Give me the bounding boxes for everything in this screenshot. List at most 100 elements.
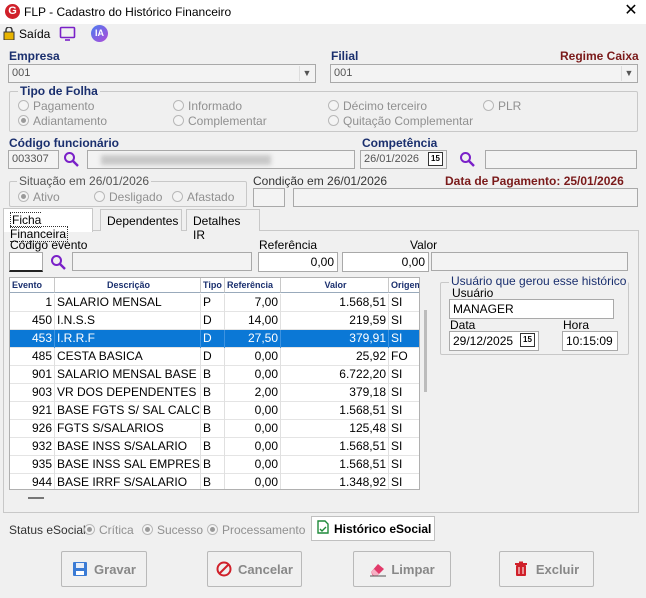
referencia-input[interactable]: 0,00: [258, 252, 338, 272]
cell-origem: SI: [389, 330, 419, 348]
col-origem-header[interactable]: Origem: [389, 278, 419, 293]
filial-select[interactable]: 001 ▼: [330, 64, 638, 83]
empresa-select[interactable]: 001 ▼: [8, 64, 316, 83]
ia-button[interactable]: IA: [91, 25, 108, 42]
table-row[interactable]: 921 BASE FGTS S/ SAL CALC B 0,00 1.568,51 SI: [10, 402, 419, 420]
cell-ref: 0,00: [225, 474, 281, 489]
col-evento-header[interactable]: Evento: [10, 278, 55, 293]
cell-descricao: BASE INSS SAL EMPRESA: [55, 456, 201, 474]
calendar-icon[interactable]: 15: [520, 333, 535, 347]
radio-quitacao-complementar[interactable]: Quitação Complementar: [328, 114, 473, 128]
cell-ref: 0,00: [225, 348, 281, 366]
cell-tipo: D: [201, 330, 225, 348]
excluir-button[interactable]: Excluir: [499, 551, 594, 587]
cell-valor: 6.722,20: [281, 366, 389, 384]
cell-valor: 1.568,51: [281, 294, 389, 312]
calendar-icon[interactable]: 15: [428, 152, 443, 166]
cancelar-button[interactable]: Cancelar: [207, 551, 302, 587]
status-esocial-label: Status eSocial:: [9, 523, 90, 537]
tab-detalhes-ir[interactable]: Detalhes IR: [186, 209, 260, 242]
cell-tipo: B: [201, 366, 225, 384]
radio-afastado[interactable]: Afastado: [172, 190, 234, 204]
cell-origem: SI: [389, 474, 419, 489]
tab-dependentes[interactable]: Dependentes: [100, 209, 182, 231]
competencia-label: Competência: [362, 136, 438, 150]
radio-ativo[interactable]: Ativo: [18, 190, 60, 204]
eraser-icon: [369, 561, 387, 577]
table-row[interactable]: 450 I.N.S.S D 14,00 219,59 SI: [10, 312, 419, 330]
cell-ref: 7,00: [225, 294, 281, 312]
cell-tipo: B: [201, 402, 225, 420]
radio-desligado[interactable]: Desligado: [94, 190, 162, 204]
table-row[interactable]: 485 CESTA BASICA D 0,00 25,92 FO: [10, 348, 419, 366]
funcionario-name-field: [87, 150, 355, 169]
document-icon: [316, 520, 330, 537]
col-tipo-header[interactable]: Tipo: [201, 278, 225, 293]
radio-adiantamento[interactable]: Adiantamento: [18, 114, 107, 128]
saida-button[interactable]: Saída: [19, 27, 50, 41]
table-row[interactable]: 926 FGTS S/SALARIOS B 0,00 125,48 SI: [10, 420, 419, 438]
table-row[interactable]: 1 SALARIO MENSAL P 7,00 1.568,51 SI: [10, 294, 419, 312]
close-button[interactable]: ✕: [620, 1, 642, 21]
cell-tipo: D: [201, 312, 225, 330]
eventos-table[interactable]: Evento Descrição Tipo Referência Valor O…: [9, 277, 420, 490]
radio-processamento[interactable]: Processamento: [207, 523, 305, 537]
cell-tipo: B: [201, 420, 225, 438]
cell-evento: 453: [10, 330, 55, 348]
table-row[interactable]: 903 VR DOS DEPENDENTES B 2,00 379,18 SI: [10, 384, 419, 402]
valor-label: Valor: [410, 238, 438, 252]
cell-valor: 219,59: [281, 312, 389, 330]
competencia-desc-field: [485, 150, 637, 169]
trash-icon: [514, 561, 530, 577]
radio-plr[interactable]: PLR: [483, 99, 521, 113]
col-valor-header[interactable]: Valor: [281, 278, 389, 293]
radio-decimo-terceiro[interactable]: Décimo terceiro: [328, 99, 427, 113]
codigo-evento-input[interactable]: [9, 252, 43, 272]
cell-tipo: B: [201, 384, 225, 402]
radio-critica[interactable]: Crítica: [84, 523, 134, 537]
cell-descricao: SALARIO MENSAL BASE: [55, 366, 201, 384]
table-row[interactable]: 935 BASE INSS SAL EMPRESA B 0,00 1.568,51 SI: [10, 456, 419, 474]
cell-tipo: B: [201, 474, 225, 489]
historico-esocial-button[interactable]: Histórico eSocial: [311, 516, 435, 541]
table-row[interactable]: 944 BASE IRRF S/SALARIO B 0,00 1.348,92 SI: [10, 474, 419, 489]
cell-origem: SI: [389, 312, 419, 330]
hora-label: Hora: [563, 318, 590, 332]
hora-field: 10:15:09: [562, 331, 618, 351]
radio-complementar[interactable]: Complementar: [173, 114, 267, 128]
table-row[interactable]: 932 BASE INSS S/SALARIO B 0,00 1.568,51 SI: [10, 438, 419, 456]
cell-ref: 0,00: [225, 366, 281, 384]
lock-icon[interactable]: [3, 26, 15, 41]
limpar-button[interactable]: Limpar: [353, 551, 451, 587]
radio-pagamento[interactable]: Pagamento: [18, 99, 94, 113]
gravar-button[interactable]: Gravar: [61, 551, 147, 587]
valor-input[interactable]: 0,00: [342, 252, 429, 272]
tab-ficha-financeira[interactable]: Ficha Financeira: [3, 208, 93, 242]
cell-ref: 0,00: [225, 456, 281, 474]
codigo-evento-label: Código evento: [10, 238, 88, 252]
cell-ref: 14,00: [225, 312, 281, 330]
cell-valor: 1.348,92: [281, 474, 389, 489]
radio-informado[interactable]: Informado: [173, 99, 242, 113]
table-scrollbar[interactable]: [424, 310, 427, 392]
search-icon[interactable]: [63, 151, 79, 167]
cell-origem: SI: [389, 366, 419, 384]
monitor-icon[interactable]: [59, 26, 76, 41]
cell-evento: 901: [10, 366, 55, 384]
col-descricao-header[interactable]: Descrição: [55, 278, 201, 293]
cell-evento: 926: [10, 420, 55, 438]
cell-evento: 935: [10, 456, 55, 474]
cell-tipo: B: [201, 438, 225, 456]
col-referencia-header[interactable]: Referência: [225, 278, 281, 293]
funcionario-code-input[interactable]: 003307: [8, 150, 59, 169]
cell-tipo: D: [201, 348, 225, 366]
table-row[interactable]: 901 SALARIO MENSAL BASE B 0,00 6.722,20 SI: [10, 366, 419, 384]
search-icon[interactable]: [50, 254, 66, 270]
search-icon[interactable]: [459, 151, 475, 167]
table-row[interactable]: 453 I.R.R.F D 27,50 379,91 SI: [10, 330, 419, 348]
cell-descricao: I.R.R.F: [55, 330, 201, 348]
chevron-down-icon: ▼: [299, 66, 314, 81]
radio-sucesso[interactable]: Sucesso: [142, 523, 203, 537]
hscroll-thumb[interactable]: [28, 497, 44, 499]
cell-valor: 25,92: [281, 348, 389, 366]
